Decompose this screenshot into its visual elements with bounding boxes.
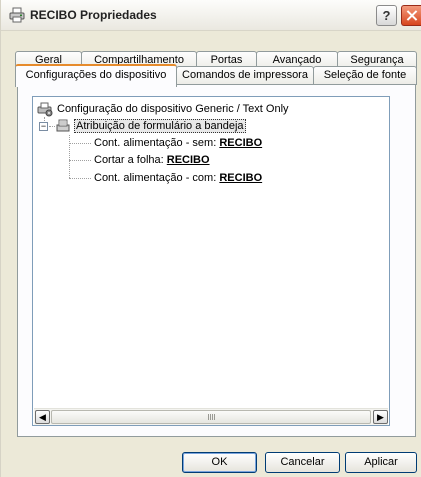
window-title: RECIBO Propriedades [30,8,157,22]
paper-tray-icon [55,118,71,134]
tree-child-label: Cortar a folha: [94,154,164,166]
tree-collapse-toggle[interactable]: − [39,122,48,131]
tree-child-label: Cont. alimentação - sem: [94,137,217,149]
ok-button-label: OK [211,456,228,468]
tree-root-label[interactable]: Configuração do dispositivo Generic / Te… [57,101,289,117]
tree-child-value[interactable]: RECIBO [219,137,262,149]
horizontal-scrollbar[interactable]: ◀ ▶ [34,408,388,425]
properties-dialog: RECIBO Propriedades ? Geral Compartilham… [0,0,421,477]
tree-line [69,160,91,161]
apply-button[interactable]: Aplicar [345,452,417,473]
help-button[interactable]: ? [376,5,397,26]
tree-child-item[interactable]: Cont. alimentação - sem: RECIBO [94,135,262,151]
ok-button[interactable]: OK [182,452,257,473]
scroll-left-button[interactable]: ◀ [35,410,50,424]
tree-child-label: Cont. alimentação - com: [94,172,217,184]
tree-child-item[interactable]: Cortar a folha: RECIBO [94,152,210,168]
tree-node-label[interactable]: Atribuição de formulário a bandeja [74,118,246,134]
scroll-thumb[interactable] [51,410,371,424]
device-settings-tree[interactable]: Configuração do dispositivo Generic / Te… [32,96,390,426]
tab-configuracoes-do-dispositivo[interactable]: Configurações do dispositivo [15,64,177,87]
tree-line [69,178,91,179]
scroll-grip [208,414,216,420]
tab-selecao-de-fonte[interactable]: Seleção de fonte [313,66,417,85]
cancel-button-label: Cancelar [280,456,325,468]
scroll-right-button[interactable]: ▶ [373,410,388,424]
tree-line [69,135,70,178]
title-bar[interactable]: RECIBO Propriedades ? [1,0,421,31]
printer-icon [9,7,25,23]
tree-child-value[interactable]: RECIBO [219,172,262,184]
close-button[interactable] [401,5,421,26]
apply-button-label: Aplicar [364,456,398,468]
cancel-button[interactable]: Cancelar [265,452,340,473]
tree-line [69,143,91,144]
tree-child-item[interactable]: Cont. alimentação - com: RECIBO [94,170,262,186]
tree-child-value[interactable]: RECIBO [167,154,210,166]
device-settings-icon [37,101,53,117]
tab-comandos-de-impressora[interactable]: Comandos de impressora [176,66,314,85]
